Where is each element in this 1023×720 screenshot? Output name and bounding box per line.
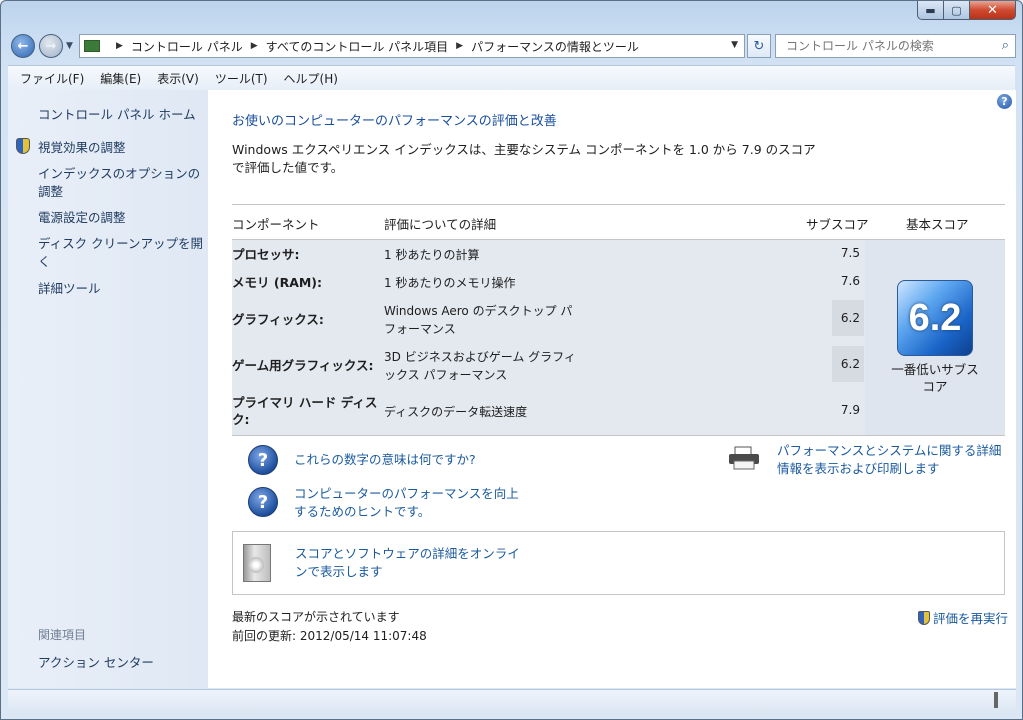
sidebar-item-advanced-tools[interactable]: 詳細ツール [38, 280, 203, 298]
header-subscore: サブスコア [806, 217, 869, 232]
resize-grip[interactable] [994, 692, 998, 708]
online-details-link[interactable]: スコアとソフトウェアの詳細をオンラインで表示します [295, 545, 520, 581]
minimize-button[interactable]: ▬ [917, 1, 944, 20]
base-score-badge: 6.2 [897, 280, 973, 356]
sidebar-item-power-settings[interactable]: 電源設定の調整 [38, 209, 203, 227]
performance-tips-link[interactable]: コンピューターのパフォーマンスを向上するためのヒントです。 [294, 485, 519, 521]
sidebar-item-indexing-options[interactable]: インデックスのオプションの調整 [38, 165, 203, 201]
rerun-assessment-label: 評価を再実行 [933, 611, 1009, 626]
base-score-label: 一番低いサブスコア [891, 362, 979, 394]
breadcrumb-arrow-icon[interactable]: ▶ [116, 41, 123, 51]
score-status-text: 最新のスコアが示されています [232, 610, 400, 624]
online-details-panel: スコアとソフトウェアの詳細をオンラインで表示します [232, 531, 1005, 595]
printer-icon [729, 446, 759, 470]
uac-shield-icon [918, 610, 930, 625]
header-component: コンポーネント [232, 217, 320, 232]
breadcrumb-arrow-icon[interactable]: ▶ [251, 41, 258, 51]
menu-view[interactable]: 表示(V) [149, 70, 207, 87]
breadcrumb-item[interactable]: すべてのコントロール パネル項目 [266, 38, 449, 55]
close-icon: ✕ [987, 2, 998, 18]
address-bar[interactable]: ▶ コントロール パネル ▶ すべてのコントロール パネル項目 ▶ パフォーマン… [79, 34, 745, 58]
menu-bar: ファイル(F) 編集(E) 表示(V) ツール(T) ヘルプ(H) [8, 65, 1015, 91]
forward-arrow-icon: → [45, 38, 57, 54]
breadcrumb: ▶ コントロール パネル ▶ すべてのコントロール パネル項目 ▶ パフォーマン… [108, 38, 639, 55]
refresh-icon: ↻ [753, 38, 765, 54]
status-bar [8, 689, 1016, 714]
component-name: グラフィックス: [232, 312, 324, 327]
search-box[interactable]: ⌕ [775, 34, 1016, 58]
component-name: プロセッサ: [232, 247, 300, 262]
header-base-score: 基本スコア [906, 217, 969, 232]
rerun-assessment-link[interactable]: 評価を再実行 [918, 608, 1008, 627]
table-body: プロセッサ: 1 秒あたりの計算 7.5 メモリ (RAM): 1 秒あたりのメ… [232, 240, 1005, 436]
component-detail: 1 秒あたりの計算 [384, 248, 480, 262]
sidebar-item-disk-cleanup[interactable]: ディスク クリーンアップを開く [38, 235, 203, 271]
breadcrumb-item[interactable]: コントロール パネル [131, 38, 243, 55]
menu-help[interactable]: ヘルプ(H) [276, 70, 346, 87]
main-panel: ? お使いのコンピューターのパフォーマンスの評価と改善 Windows エクスペ… [208, 90, 1016, 688]
component-name: プライマリ ハード ディスク: [232, 395, 378, 427]
back-button[interactable]: ← [11, 34, 35, 58]
question-icon: ? [248, 445, 278, 475]
component-subscore: 7.6 [840, 274, 860, 288]
recent-pages-dropdown[interactable]: ▼ [66, 41, 73, 51]
score-table: コンポーネント 評価についての詳細 サブスコア 基本スコア プロセッサ: 1 秒… [232, 204, 1005, 436]
forward-button[interactable]: → [39, 34, 63, 58]
minimize-icon: ▬ [925, 3, 936, 17]
component-subscore: 6.2 [840, 311, 860, 325]
search-input[interactable] [784, 38, 988, 54]
component-detail: 1 秒あたりのメモリ操作 [384, 276, 516, 290]
component-detail: ディスクのデータ転送速度 [384, 405, 528, 419]
component-name: ゲーム用グラフィックス: [232, 358, 374, 373]
menu-edit[interactable]: 編集(E) [92, 70, 149, 87]
uac-shield-icon [16, 138, 30, 154]
component-detail: 3D ビジネスおよびゲーム グラフィックス パフォーマンス [384, 350, 576, 382]
maximize-button[interactable]: ▢ [944, 1, 970, 20]
component-subscore: 7.9 [840, 403, 860, 417]
component-subscore: 7.5 [840, 246, 860, 260]
back-arrow-icon: ← [17, 38, 29, 54]
page-title: お使いのコンピューターのパフォーマンスの評価と改善 [232, 114, 557, 129]
what-do-numbers-mean-link[interactable]: これらの数字の意味は何ですか? [294, 451, 476, 469]
sidebar-home-link[interactable]: コントロール パネル ホーム [38, 104, 196, 123]
question-icon: ? [248, 487, 278, 517]
software-box-icon [243, 544, 271, 582]
caption-buttons: ▬ ▢ ✕ [917, 1, 1016, 20]
header-detail: 評価についての詳細 [384, 217, 497, 232]
maximize-icon: ▢ [951, 3, 962, 17]
address-dropdown-icon[interactable]: ▼ [731, 40, 738, 50]
sidebar-related-title: 関連項目 [38, 628, 87, 642]
sidebar: コントロール パネル ホーム 視覚効果の調整 インデックスのオプションの調整 電… [8, 90, 208, 688]
component-name: メモリ (RAM): [232, 275, 323, 290]
menu-file[interactable]: ファイル(F) [12, 70, 92, 87]
page-description: Windows エクスペリエンス インデックスは、主要なシステム コンポーネント… [232, 142, 816, 175]
close-button[interactable]: ✕ [970, 1, 1016, 20]
control-panel-icon [84, 40, 100, 52]
last-update-text: 前回の更新: 2012/05/14 11:07:48 [232, 629, 427, 643]
breadcrumb-item[interactable]: パフォーマンスの情報とツール [471, 38, 639, 55]
content-area: コントロール パネル ホーム 視覚効果の調整 インデックスのオプションの調整 電… [8, 90, 1016, 688]
component-detail: Windows Aero のデスクトップ パフォーマンス [384, 304, 573, 336]
search-icon[interactable]: ⌕ [1002, 38, 1009, 53]
breadcrumb-arrow-icon[interactable]: ▶ [456, 41, 463, 51]
sidebar-item-action-center[interactable]: アクション センター [38, 652, 154, 671]
help-icon[interactable]: ? [997, 94, 1012, 109]
explorer-window: ▬ ▢ ✕ ← → ▼ ▶ コントロール パネル ▶ すべてのコントロール パネ… [0, 0, 1023, 720]
print-details-link[interactable]: パフォーマンスとシステムに関する詳細情報を表示および印刷します [777, 442, 1013, 478]
table-header: コンポーネント 評価についての詳細 サブスコア 基本スコア [232, 204, 1005, 240]
menu-tools[interactable]: ツール(T) [207, 70, 276, 87]
refresh-button[interactable]: ↻ [747, 34, 771, 58]
navigation-bar: ← → ▼ ▶ コントロール パネル ▶ すべてのコントロール パネル項目 ▶ … [9, 31, 1016, 61]
sidebar-item-visual-effects[interactable]: 視覚効果の調整 [38, 139, 203, 157]
component-subscore: 6.2 [840, 357, 860, 371]
